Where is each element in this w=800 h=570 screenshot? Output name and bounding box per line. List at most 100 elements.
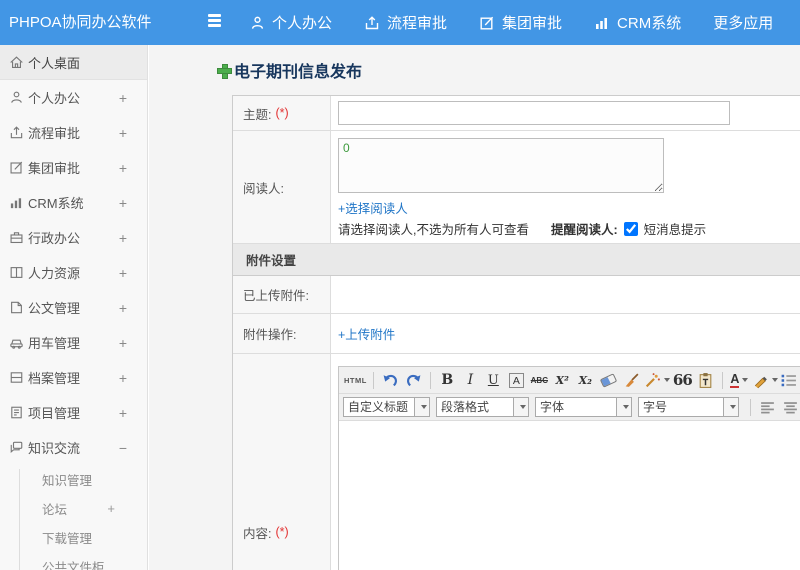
html-source-button[interactable]: HTML	[344, 370, 367, 391]
nav-personal-office[interactable]: 个人办公	[250, 12, 332, 33]
bold-button[interactable]: B	[437, 370, 458, 391]
sidebar-item-workflow[interactable]: 流程审批 +	[0, 115, 147, 150]
sidebar-item-crm[interactable]: CRM系统 +	[0, 185, 147, 220]
nav-group-approval[interactable]: 集团审批	[479, 12, 562, 33]
collapse-sign[interactable]: −	[119, 440, 127, 456]
uploaded-attachments-label: 已上传附件:	[233, 276, 331, 313]
expand-sign[interactable]: +	[119, 370, 127, 386]
upload-attachment-link[interactable]: +上传附件	[338, 324, 395, 343]
expand-sign[interactable]: +	[119, 125, 127, 141]
readers-hint: 请选择阅读人,不选为所有人可查看	[338, 223, 529, 237]
undo-icon[interactable]	[380, 370, 401, 391]
sms-notify-label: 短消息提示	[643, 223, 707, 237]
sidebar-item-label: 人力资源	[28, 266, 81, 281]
editor-content-area[interactable]	[339, 421, 800, 570]
nav-label: 个人办公	[272, 15, 333, 32]
topbar: PHPOA协同办公软件 个人办公 流程审批 集团审批 CRM系统 更多应用	[0, 0, 800, 45]
sidebar-item-vehicles[interactable]: 用车管理 +	[0, 325, 147, 360]
sidebar-item-projects[interactable]: 项目管理 +	[0, 395, 147, 430]
font-family-select[interactable]: 字体	[535, 397, 632, 417]
sidebar-item-admin-office[interactable]: 行政办公 +	[0, 220, 147, 255]
sidebar-item-documents[interactable]: 公文管理 +	[0, 290, 147, 325]
italic-button[interactable]: I	[460, 370, 481, 391]
sidebar-item-desktop[interactable]: 个人桌面	[0, 45, 147, 80]
submenu-label: 论坛	[42, 503, 68, 517]
flow-icon	[9, 125, 24, 143]
sidebar-item-label: 个人办公	[28, 91, 81, 106]
paragraph-format-select[interactable]: 段落格式	[436, 397, 529, 417]
highlight-pen-icon[interactable]	[752, 370, 778, 391]
editor-toolbar-row1: HTML B I U A ABC X² X₂ 66 A	[339, 367, 800, 394]
sidebar-item-label: 公文管理	[28, 301, 81, 316]
superscript-button[interactable]: X²	[552, 370, 573, 391]
attachment-ops-label: 附件操作:	[233, 314, 331, 353]
bar-chart-icon	[594, 15, 610, 31]
nav-label: 集团审批	[502, 15, 563, 32]
caret-down-icon	[420, 405, 427, 409]
sidebar-item-label: 集团审批	[28, 161, 81, 176]
book-icon	[9, 265, 24, 283]
sidebar-item-label: 档案管理	[28, 371, 81, 386]
ordered-list-icon[interactable]	[780, 370, 800, 391]
nav-more-apps[interactable]: 更多应用	[713, 12, 773, 33]
expand-sign[interactable]: +	[119, 90, 127, 106]
knowledge-submenu: 知识管理 论坛 + 下载管理 公共文件柜	[0, 465, 147, 570]
caret-down-icon	[729, 405, 736, 409]
redo-icon[interactable]	[403, 370, 424, 391]
blockquote-button[interactable]: 66	[672, 370, 693, 391]
nav-crm-system[interactable]: CRM系统	[594, 12, 681, 33]
magic-wand-icon[interactable]	[644, 370, 670, 391]
expand-sign[interactable]: +	[119, 230, 127, 246]
nav-workflow-approval[interactable]: 流程审批	[364, 12, 447, 33]
sidebar-item-knowledge[interactable]: 知识交流 −	[0, 430, 147, 465]
caret-down-icon	[663, 378, 670, 382]
expand-sign[interactable]: +	[119, 265, 127, 281]
expand-sign[interactable]: +	[107, 501, 115, 516]
caret-down-icon	[519, 405, 526, 409]
nav-label: CRM系统	[617, 15, 682, 32]
submenu-label: 公共文件柜	[42, 561, 105, 570]
eraser-icon[interactable]	[598, 370, 619, 391]
sms-notify-checkbox[interactable]	[623, 221, 638, 236]
edit-icon	[9, 160, 24, 178]
sidebar-item-hr[interactable]: 人力资源 +	[0, 255, 147, 290]
sidebar-item-group-approval[interactable]: 集团审批 +	[0, 150, 147, 185]
readers-label: 阅读人:	[233, 131, 331, 243]
page-title-text: 电子期刊信息发布	[234, 64, 363, 81]
subject-input[interactable]	[338, 101, 730, 125]
sidebar-item-archives[interactable]: 档案管理 +	[0, 360, 147, 395]
expand-sign[interactable]: +	[119, 195, 127, 211]
submenu-item-knowledge-mgmt[interactable]: 知识管理	[0, 465, 147, 494]
expand-sign[interactable]: +	[119, 405, 127, 421]
remind-readers-label: 提醒阅读人:	[550, 223, 618, 237]
submenu-item-public-cabinet[interactable]: 公共文件柜	[0, 552, 147, 570]
submenu-label: 知识管理	[42, 474, 93, 488]
align-left-icon[interactable]	[757, 397, 778, 418]
format-brush-icon[interactable]	[621, 370, 642, 391]
readers-textarea[interactable]: 0	[338, 138, 664, 193]
select-readers-link[interactable]: +选择阅读人	[338, 198, 408, 217]
font-size-select[interactable]: 字号	[638, 397, 739, 417]
expand-sign[interactable]: +	[119, 335, 127, 351]
subscript-button[interactable]: X₂	[575, 370, 596, 391]
sidebar-item-label: 个人桌面	[28, 55, 81, 71]
expand-sign[interactable]: +	[119, 160, 127, 176]
user-icon	[250, 15, 265, 31]
caret-down-icon	[742, 378, 749, 382]
hamburger-icon[interactable]	[208, 14, 224, 30]
paste-as-text-icon[interactable]	[695, 370, 716, 391]
submenu-item-forum[interactable]: 论坛 +	[0, 494, 147, 523]
heading-select[interactable]: 自定义标题	[343, 397, 430, 417]
rich-text-editor: HTML B I U A ABC X² X₂ 66 A 自定义标题 段落格式 字…	[338, 366, 800, 570]
sidebar-item-label: 项目管理	[28, 406, 81, 421]
font-color-button[interactable]: A	[729, 370, 750, 391]
align-center-icon[interactable]	[780, 397, 800, 418]
strikethrough-button[interactable]: ABC	[529, 370, 550, 391]
expand-sign[interactable]: +	[119, 300, 127, 316]
sidebar-item-personal-office[interactable]: 个人办公 +	[0, 80, 147, 115]
sidebar-item-label: 知识交流	[28, 441, 81, 456]
font-style-button[interactable]: A	[506, 370, 527, 391]
subject-label: 主题: (*)	[233, 96, 331, 130]
submenu-item-downloads[interactable]: 下载管理	[0, 523, 147, 552]
underline-button[interactable]: U	[483, 370, 504, 391]
